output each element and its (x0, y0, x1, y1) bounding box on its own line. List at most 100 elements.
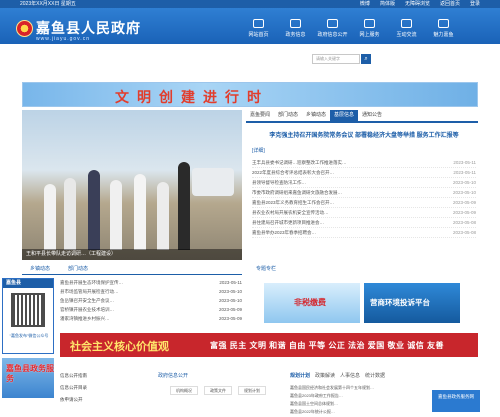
tab-statistics[interactable]: 统计数据 (365, 372, 385, 379)
list-item[interactable]: 王丰兵县委书记调研…巡察整改工作推进落实… 2023-05-11 (252, 158, 476, 168)
folder-icon (327, 19, 338, 28)
item-date: 2023-05-09 (452, 210, 476, 215)
tab-town-dynamics[interactable]: 乡镇动态 (30, 264, 50, 274)
list-item[interactable]: 潘家湾镇推进乡村振兴… 2023-05-09 (60, 314, 242, 323)
item-date: 2023-05-10 (218, 289, 242, 294)
car-shape (192, 168, 234, 196)
list-item[interactable]: 县农业农村局开展农机安全宣传活动… 2023-05-09 (252, 208, 476, 218)
accessibility-link[interactable]: 无障碍浏览 (405, 0, 430, 8)
home-link[interactable]: 返回首页 (440, 0, 460, 8)
tab-personnel[interactable]: 人事信息 (340, 372, 360, 379)
plan-tabs: 规划计划 政策解读 人事信息 统计数据 (290, 372, 385, 379)
tab-dept-dynamics[interactable]: 部门动态 (68, 264, 88, 274)
list-item[interactable]: 县住建局召开城市更新项目推进会… 2023-05-08 (252, 218, 476, 228)
list-item[interactable]: 嘉鱼县国土空间总体规划… (290, 400, 430, 408)
nav-info-public[interactable]: 政府信息公开 (314, 16, 351, 44)
site-url: www.jiayu.gov.cn (36, 36, 90, 42)
item-title: 官桥镇开展农业技术培训… (60, 307, 114, 312)
login-link[interactable]: 登录 (470, 0, 480, 8)
tab-dept-news[interactable]: 部门动态 (274, 110, 302, 121)
item-title: 嘉鱼县开展生态环境保护宣传… (60, 280, 123, 285)
item-date: 2023-05-09 (452, 200, 476, 205)
detail-link[interactable]: [详细] (252, 147, 282, 154)
news-headline[interactable]: 李克强主持召开国务院常务会议 部署稳经济大盘等举措 服务工作汇报等 (252, 130, 476, 139)
float-ad-title: 嘉鱼县 (3, 279, 53, 288)
list-item[interactable]: 依申请公开 (60, 394, 150, 406)
nav-label: 互动交流 (396, 32, 417, 38)
news-list: 王丰兵县委书记调研…巡察整改工作推进落实… 2023-05-11 2022年度县综… (252, 158, 476, 238)
list-item[interactable]: 嘉鱼县举办2023年春季招聘会… 2023-05-08 (252, 228, 476, 238)
list-item[interactable]: 嘉鱼县2023年政府工作报告… (290, 392, 430, 400)
qr-code-icon (11, 293, 45, 327)
person-figure (64, 178, 76, 250)
item-date: 2023-05-11 (453, 160, 476, 165)
nav-charm[interactable]: 魅力嘉鱼 (425, 16, 462, 44)
date-text: 2023年XX月XX日 星期五 (20, 1, 76, 7)
item-title: 市委市政府调研组来嘉鱼调研文旅融合发展… (252, 190, 342, 195)
tab-plans[interactable]: 规划计划 (290, 372, 310, 379)
left-panel-tabs: 乡镇动态 部门动态 (22, 264, 242, 275)
list-item[interactable]: 县领导督导检查防汛工作… 2023-05-10 (252, 178, 476, 188)
item-date: 2023-05-10 (452, 180, 476, 185)
public-info-item[interactable]: 政策文件 (204, 386, 232, 395)
public-info-item[interactable]: 机构概况 (170, 386, 198, 395)
public-info-grid: 机构概况 政策文件 规划计划 (170, 386, 266, 395)
national-emblem-icon (16, 20, 33, 37)
nav-home[interactable]: 网站首页 (240, 16, 277, 44)
list-item[interactable]: 信息公开指南 (60, 370, 150, 382)
nav-interaction[interactable]: 互动交流 (388, 16, 425, 44)
list-item[interactable]: 2022年度县综合考评总结表彰大会召开… 2023-05-11 (252, 168, 476, 178)
item-date: 2023-05-08 (452, 230, 476, 235)
business-complaint-banner[interactable]: 营商环境投诉平台 (364, 283, 460, 323)
search-input[interactable]: 请输入关键字 (312, 54, 360, 64)
nav-label: 网站首页 (248, 32, 269, 38)
core-values-title: 社会主义核心价值观 (70, 341, 169, 353)
item-date: 2023-05-09 (218, 316, 242, 321)
person-figure (88, 170, 100, 250)
civilization-banner[interactable]: 文明创建进行时 (22, 82, 478, 107)
news-photo[interactable]: 王和平县长带队走访调研…（工程建设） (22, 110, 242, 260)
list-item[interactable]: 官桥镇开展农业技术培训… 2023-05-09 (60, 305, 242, 314)
search-button[interactable]: ⌕ (361, 54, 371, 64)
site-header: 嘉鱼县人民政府 www.jiayu.gov.cn 网站首页 政务信息 政府信息公… (0, 8, 500, 44)
core-values-banner: 社会主义核心价值观 富强 民主 文明 和谐 自由 平等 公正 法治 爱国 敬业 … (60, 333, 478, 357)
tab-grassroots[interactable]: 基层信息 (330, 110, 358, 121)
list-item[interactable]: 市委市政府调研组来嘉鱼调研文旅融合发展… 2023-05-10 (252, 188, 476, 198)
gov-service-badge[interactable]: 嘉鱼县政务服务网 (432, 390, 480, 412)
float-ad-caption: “嘉鱼发布”微信公众号 (9, 333, 49, 338)
top-links: 微博 简体版 无障碍浏览 返回首页 登录 (360, 0, 480, 8)
home-icon (253, 19, 264, 28)
list-item[interactable]: 嘉鱼县国民经济和社会发展第十四个五年规划… (290, 384, 430, 392)
nontax-payment-banner[interactable]: 非税缴费 (264, 283, 360, 323)
tab-town-news[interactable]: 乡镇动态 (302, 110, 330, 121)
public-info-item[interactable]: 规划计划 (238, 386, 266, 395)
list-item[interactable]: 嘉鱼县2023年义务教育招生工作会召开… 2023-05-09 (252, 198, 476, 208)
site-title[interactable]: 嘉鱼县人民政府 (36, 18, 141, 38)
tab-policy-interpretation[interactable]: 政策解读 (315, 372, 335, 379)
item-title: 潘家湾镇推进乡村振兴… (60, 316, 110, 321)
person-figure (134, 174, 146, 250)
floating-qr-ad[interactable]: 嘉鱼县 “嘉鱼发布”微信公众号 (2, 278, 54, 354)
tab-jiayu-news[interactable]: 嘉鱼要闻 (246, 110, 274, 121)
list-item[interactable]: 嘉鱼县2022年统计公报… (290, 408, 430, 416)
list-item[interactable]: 嘉鱼县开展生态环境保护宣传… 2023-05-11 (60, 278, 242, 287)
nav-label: 网上服务 (359, 32, 380, 38)
simplified-link[interactable]: 简体版 (380, 0, 395, 8)
list-item[interactable]: 信息公开目录 (60, 382, 150, 394)
nav-gov-info[interactable]: 政务信息 (277, 16, 314, 44)
tab-notices[interactable]: 通知公告 (358, 110, 386, 121)
left-panel-list: 嘉鱼县开展生态环境保护宣传… 2023-05-11 县市场监管局开展检查行动… 20… (60, 278, 242, 323)
main-nav: 网站首页 政务信息 政府信息公开 网上服务 互动交流 魅力嘉鱼 (240, 16, 462, 44)
weibo-link[interactable]: 微博 (360, 0, 370, 8)
nav-online-service[interactable]: 网上服务 (351, 16, 388, 44)
plan-list: 嘉鱼县国民经济和社会发展第十四个五年规划… 嘉鱼县2023年政府工作报告… 嘉鱼… (290, 384, 430, 416)
monitor-icon (364, 19, 375, 28)
list-item[interactable]: 县市场监管局开展检查行动… 2023-05-10 (60, 287, 242, 296)
item-title: 县农业农村局开展农机安全宣传活动… (252, 210, 329, 215)
item-title: 县市场监管局开展检查行动… (60, 289, 119, 294)
list-item[interactable]: 鱼岳镇召开安全生产会议… 2023-05-10 (60, 296, 242, 305)
floating-service-ad[interactable]: 嘉鱼县政务服务 (2, 358, 54, 398)
search-icon: ⌕ (364, 56, 368, 62)
item-title: 县住建局召开城市更新项目推进会… (252, 220, 324, 225)
banner-label: 营商环境投诉平台 (370, 298, 430, 307)
